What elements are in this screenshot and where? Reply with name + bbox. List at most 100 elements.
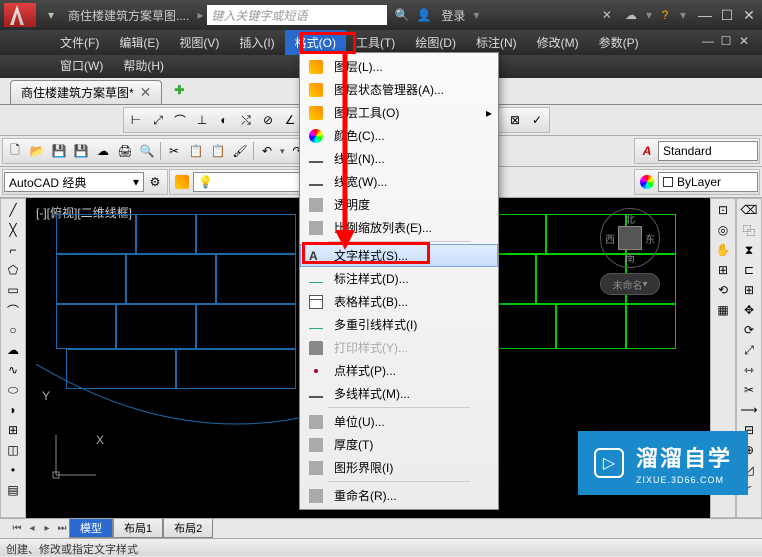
dropdown-item[interactable]: 打印样式(Y)... xyxy=(300,336,498,359)
layout-prev-icon[interactable]: ◂ xyxy=(25,523,39,534)
dropdown-item[interactable]: 表格样式(B)... xyxy=(300,290,498,313)
revcloud-icon[interactable]: ☁ xyxy=(2,340,24,360)
cut-icon[interactable]: ✂ xyxy=(163,140,185,162)
layer-combo[interactable]: 💡 xyxy=(193,172,303,192)
tool-generic-icon[interactable]: ✓ xyxy=(526,109,548,131)
dropdown-item[interactable]: 图层工具(O)▸ xyxy=(300,101,498,124)
jog-dim-icon[interactable]: ⤭ xyxy=(235,109,257,131)
dropdown-item[interactable]: 图形界限(I) xyxy=(300,456,498,479)
pline-icon[interactable]: ⌐ xyxy=(2,240,24,260)
line-icon[interactable]: ╱ xyxy=(2,200,24,220)
dropdown-item[interactable]: 厚度(T) xyxy=(300,433,498,456)
dropdown-item[interactable]: A文字样式(S)... xyxy=(300,244,498,267)
arc-icon[interactable]: ⌒ xyxy=(2,300,24,320)
workspace-combo[interactable]: AutoCAD 经典 ▾ xyxy=(4,172,144,192)
menu-item[interactable]: 修改(M) xyxy=(527,30,589,55)
qat-dropdown-icon[interactable]: ▾ xyxy=(42,6,60,24)
help-icon[interactable]: ? xyxy=(656,6,674,24)
insert-icon[interactable]: ⊞ xyxy=(2,420,24,440)
hatch-icon[interactable]: ▤ xyxy=(2,480,24,500)
new-icon[interactable]: 🗋 xyxy=(4,140,26,162)
linear-dim-icon[interactable]: ⊢ xyxy=(125,109,147,131)
pan-icon[interactable]: ✋ xyxy=(712,240,734,260)
workspace-gear-icon[interactable]: ⚙ xyxy=(144,171,166,193)
full-nav-icon[interactable]: ◎ xyxy=(712,220,734,240)
tool-generic-icon[interactable]: ⊠ xyxy=(504,109,526,131)
match-icon[interactable]: 🖌 xyxy=(229,140,251,162)
search-binocular-icon[interactable]: 🔍 xyxy=(393,6,411,24)
layout-tab[interactable]: 布局1 xyxy=(113,519,163,538)
mdi-restore-button[interactable]: ☐ xyxy=(718,34,734,48)
save-icon[interactable]: 💾 xyxy=(48,140,70,162)
offset-icon[interactable]: ⊏ xyxy=(738,260,760,280)
aligned-dim-icon[interactable]: ⤢ xyxy=(147,109,169,131)
mirror-icon[interactable]: ⧗ xyxy=(738,240,760,260)
ellipse-icon[interactable]: ⬭ xyxy=(2,380,24,400)
stretch-icon[interactable]: ⇿ xyxy=(738,360,760,380)
tab-close-icon[interactable]: ✕ xyxy=(140,84,152,101)
dropdown-item[interactable]: 重命名(R)... xyxy=(300,484,498,507)
layer-props-icon[interactable] xyxy=(171,171,193,193)
array-icon[interactable]: ⊞ xyxy=(738,280,760,300)
spline-icon[interactable]: ∿ xyxy=(2,360,24,380)
diameter-dim-icon[interactable]: ⊘ xyxy=(257,109,279,131)
nav-wheel[interactable]: 未命名 ▾ xyxy=(600,273,660,295)
polygon-icon[interactable]: ⬠ xyxy=(2,260,24,280)
extend-icon[interactable]: ⟶ xyxy=(738,400,760,420)
erase-icon[interactable]: ⌫ xyxy=(738,200,760,220)
orbit-icon[interactable]: ⟲ xyxy=(712,280,734,300)
dropdown-item[interactable]: 线宽(W)... xyxy=(300,170,498,193)
close-button[interactable]: ✕ xyxy=(740,7,758,23)
minimize-button[interactable]: — xyxy=(696,7,714,23)
ucs-icon[interactable]: Y X xyxy=(46,425,106,488)
layout-tab[interactable]: 模型 xyxy=(69,519,113,538)
zoom-extents-icon[interactable]: ⊞ xyxy=(712,260,734,280)
menu-item[interactable]: 编辑(E) xyxy=(109,30,169,55)
trim-icon[interactable]: ✂ xyxy=(738,380,760,400)
layout-last-icon[interactable]: ⏭ xyxy=(55,523,69,534)
menu-item[interactable]: 插入(I) xyxy=(229,30,284,55)
nav-bar-icon[interactable]: ⊡ xyxy=(712,200,734,220)
point-icon[interactable]: • xyxy=(2,460,24,480)
login-label[interactable]: 登录 xyxy=(441,7,465,24)
paste-icon[interactable]: 📋 xyxy=(207,140,229,162)
mdi-minimize-button[interactable]: — xyxy=(700,34,716,48)
plot-icon[interactable]: 🖨 xyxy=(114,140,136,162)
dropdown-item[interactable]: 标注样式(D)... xyxy=(300,267,498,290)
color-combo[interactable]: ByLayer xyxy=(658,172,758,192)
dropdown-item[interactable]: 透明度 xyxy=(300,193,498,216)
angular-dim-icon[interactable]: ∠ xyxy=(279,109,301,131)
dropdown-item[interactable]: 图层状态管理器(A)... xyxy=(300,78,498,101)
textstyle-icon[interactable]: A xyxy=(636,140,658,162)
scale-icon[interactable]: ⤢ xyxy=(738,340,760,360)
cloud-icon[interactable]: ☁ xyxy=(92,140,114,162)
color-icon[interactable] xyxy=(636,171,658,193)
search-input[interactable]: 键入关键字或短语 xyxy=(207,5,387,25)
rect-icon[interactable]: ▭ xyxy=(2,280,24,300)
signin-icon[interactable]: 👤 xyxy=(415,6,433,24)
copy-obj-icon[interactable]: ⿻ xyxy=(738,220,760,240)
rotate-icon[interactable]: ⟳ xyxy=(738,320,760,340)
block-icon[interactable]: ◫ xyxy=(2,440,24,460)
menu-item[interactable]: 视图(V) xyxy=(169,30,229,55)
circle-icon[interactable]: ○ xyxy=(2,320,24,340)
saveas-icon[interactable]: 💾 xyxy=(70,140,92,162)
dropdown-item[interactable]: 点样式(P)... xyxy=(300,359,498,382)
menu-item[interactable]: 参数(P) xyxy=(589,30,649,55)
dropdown-item[interactable]: 单位(U)... xyxy=(300,410,498,433)
dropdown-item[interactable]: 线型(N)... xyxy=(300,147,498,170)
mdi-close-button[interactable]: ✕ xyxy=(736,34,752,48)
move-icon[interactable]: ✥ xyxy=(738,300,760,320)
layout-tab[interactable]: 布局2 xyxy=(163,519,213,538)
menu-item[interactable]: 帮助(H) xyxy=(113,55,174,76)
dropdown-item[interactable]: 比例缩放列表(E)... xyxy=(300,216,498,239)
radius-dim-icon[interactable]: ◐ xyxy=(213,109,235,131)
copy-icon[interactable]: 📋 xyxy=(185,140,207,162)
preview-icon[interactable]: 🔍 xyxy=(136,140,158,162)
showmotion-icon[interactable]: ▦ xyxy=(712,300,734,320)
cube-face[interactable] xyxy=(618,226,642,250)
cloud-icon[interactable]: ☁ xyxy=(622,6,640,24)
open-icon[interactable]: 📂 xyxy=(26,140,48,162)
undo-icon[interactable]: ↶ xyxy=(256,140,278,162)
menu-item[interactable]: 窗口(W) xyxy=(50,55,113,76)
